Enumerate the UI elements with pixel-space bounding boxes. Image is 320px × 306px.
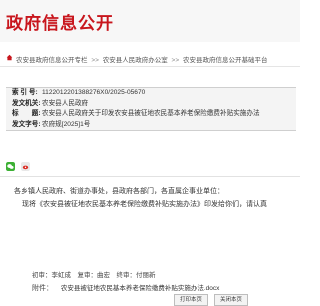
meta-value: 农府规[2025]1号	[42, 120, 91, 128]
print-button[interactable]: 打印本页	[174, 294, 209, 306]
attachment-link[interactable]: 农安县被征地农民基本养老保险缴费补贴实施办法.docx	[61, 285, 220, 292]
breadcrumb-item-column[interactable]: 农安县政府信息公开专栏	[16, 57, 88, 64]
meta-value: 农安县人民政府	[42, 99, 89, 107]
meta-label: 标 题:	[12, 110, 41, 117]
breadcrumb-item-office[interactable]: 农安县人民政府办公室	[103, 57, 168, 64]
page-actions: 打印本页 关闭本页	[174, 294, 249, 306]
document-metadata-table: 索 引 号: 11220122013882​76X0/2025-05670 发文…	[6, 87, 296, 131]
weibo-share-icon[interactable]	[21, 162, 30, 171]
meta-label: 发文机关:	[12, 99, 41, 107]
meta-label: 发文字号:	[12, 120, 41, 128]
breadcrumb-path: 农安县政府信息公开专栏 >> 农安县人民政府办公室 >> 农安县政府信息公开基础…	[16, 54, 267, 64]
meta-value: 11220122013882​76X0/2025-05670	[42, 89, 146, 96]
meta-row-doc-number: 发文字号: 农府规[2025]1号	[6, 120, 296, 131]
breadcrumb-item-platform[interactable]: 农安县政府信息公开基础平台	[183, 57, 268, 64]
breadcrumb-separator: >>	[171, 57, 180, 64]
share-bar	[6, 162, 30, 171]
meta-row-title: 标 题: 农安县人民政府关于印发农安县被征地农民基本养老保险缴费补贴实施办法	[6, 109, 296, 120]
breadcrumb: 农安县政府信息公开专栏 >> 农安县人民政府办公室 >> 农安县政府信息公开基础…	[0, 50, 300, 67]
meta-value: 农安县人民政府关于印发农安县被征地农民基本养老保险缴费补贴实施办法	[42, 110, 260, 117]
attachment-line: 附件： 农安县被征地农民基本养老保险缴费补贴实施办法.docx	[32, 282, 219, 293]
close-button[interactable]: 关闭本页	[214, 294, 249, 306]
breadcrumb-separator: >>	[91, 57, 99, 64]
meta-label: 索 引 号:	[12, 89, 38, 96]
meta-row-issuer: 发文机关: 农安县人民政府	[6, 99, 296, 110]
home-icon	[6, 54, 13, 61]
section-divider	[0, 176, 300, 177]
review-staff: 初审：李虹成 复审：曲宏 终审：付丽新	[32, 272, 156, 279]
salutation: 各乡镇人民政府、街道办事处，县政府各部门，各直属企事业单位：	[14, 188, 224, 195]
attachment-label: 附件：	[32, 285, 53, 292]
meta-row-index: 索 引 号: 11220122013882​76X0/2025-05670	[6, 88, 296, 99]
site-title: 政府信息公开	[6, 14, 114, 33]
body-paragraph: 现将《农安县被征地农民基本养老保险缴费补贴实施办法》印发给你们，请认真	[22, 201, 267, 208]
site-header: 政府信息公开	[0, 0, 300, 42]
wechat-share-icon[interactable]	[6, 162, 15, 171]
